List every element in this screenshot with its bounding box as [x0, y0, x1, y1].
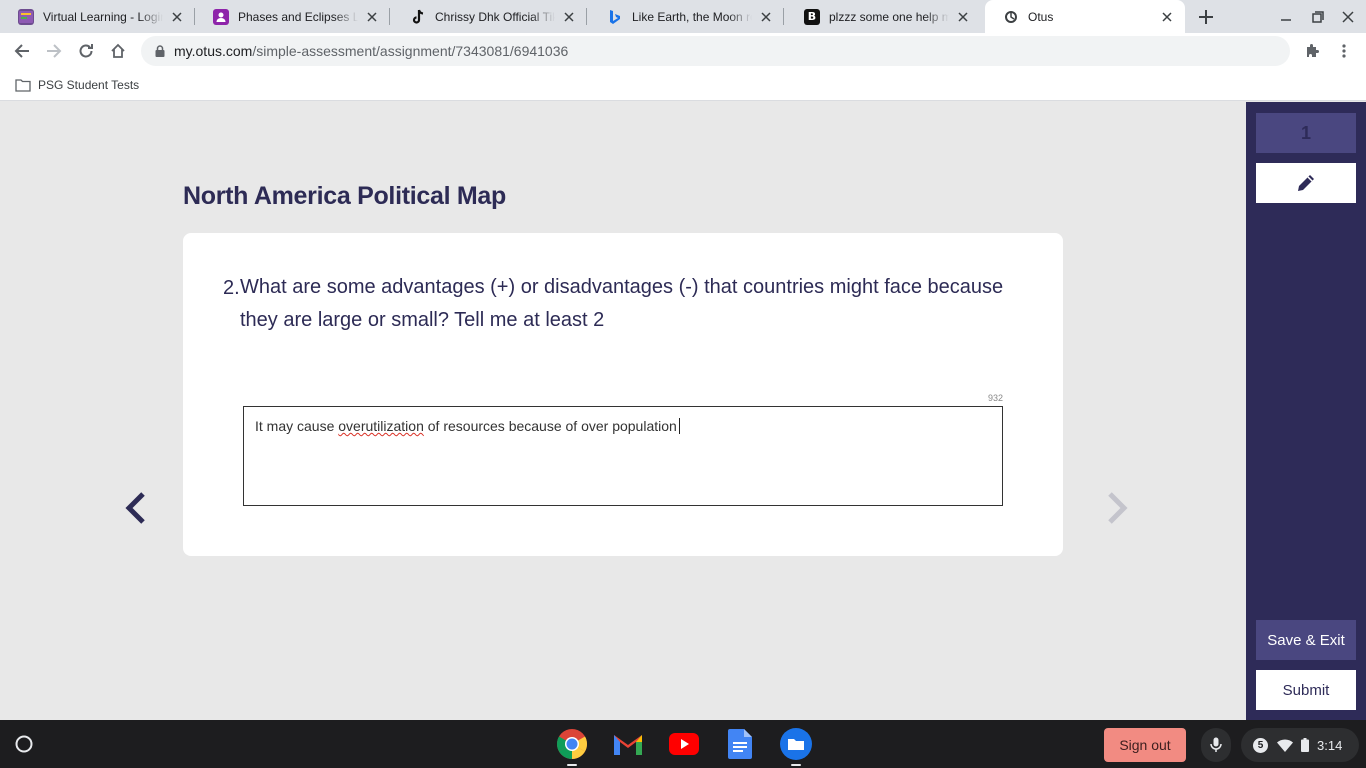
tab-title: Like Earth, the Moon rotates — [632, 9, 752, 24]
wifi-icon — [1277, 738, 1293, 752]
lock-icon[interactable] — [153, 44, 167, 58]
url-host: my.otus.com — [174, 43, 253, 59]
microphone-icon[interactable] — [1201, 728, 1231, 762]
answer-textarea[interactable]: It may cause overutilization of resource… — [243, 406, 1003, 506]
chrome-icon[interactable] — [556, 728, 588, 766]
gmail-icon[interactable] — [612, 728, 644, 760]
files-icon[interactable] — [780, 728, 812, 766]
tab-title: Otus — [1028, 9, 1054, 24]
minimize-icon[interactable] — [1277, 8, 1295, 26]
google-docs-icon[interactable] — [724, 728, 756, 760]
restore-icon[interactable] — [1309, 8, 1327, 26]
new-tab-icon[interactable] — [1196, 7, 1216, 27]
more-menu-icon[interactable] — [1332, 39, 1356, 63]
tab-title: Chrissy Dhk Official Tik Tok — [435, 9, 555, 24]
running-indicator — [791, 764, 801, 766]
status-tray[interactable]: 5 3:14 — [1241, 728, 1359, 762]
bookmarks-bar: PSG Student Tests — [0, 69, 1366, 101]
running-indicator — [567, 764, 577, 766]
folder-icon — [15, 79, 31, 92]
youtube-icon[interactable] — [668, 728, 700, 760]
tab-separator — [586, 8, 587, 25]
close-icon[interactable] — [561, 9, 577, 25]
otus-icon — [1003, 9, 1019, 25]
close-icon[interactable] — [169, 9, 185, 25]
tab-bing[interactable]: Like Earth, the Moon rotates — [589, 0, 784, 33]
address-bar[interactable]: my.otus.com/simple-assessment/assignment… — [141, 36, 1290, 66]
tab-title: Phases and Eclipses Lesson — [238, 9, 358, 24]
pencil-icon — [1298, 175, 1314, 191]
classroom-icon — [213, 8, 229, 25]
next-question-arrow-icon[interactable] — [1103, 490, 1131, 526]
submit-button[interactable]: Submit — [1256, 670, 1356, 710]
close-icon[interactable] — [955, 9, 971, 25]
bookmark-label: PSG Student Tests — [38, 78, 140, 92]
page-title: North America Political Map — [183, 182, 506, 210]
question-indicator[interactable]: 1 — [1256, 113, 1356, 153]
tab-phases-eclipses[interactable]: Phases and Eclipses Lesson — [195, 0, 390, 33]
text-caret — [678, 418, 680, 434]
home-icon[interactable] — [106, 39, 130, 63]
launcher-icon[interactable] — [11, 731, 37, 757]
save-and-exit-button[interactable]: Save & Exit — [1256, 620, 1356, 660]
tab-otus[interactable]: Otus — [985, 0, 1185, 33]
forward-icon[interactable] — [42, 39, 66, 63]
close-icon[interactable] — [1159, 9, 1175, 25]
assessment-page: North America Political Map 2. What are … — [0, 102, 1246, 720]
back-icon[interactable] — [10, 39, 34, 63]
tab-separator — [783, 8, 784, 25]
bing-icon — [607, 9, 623, 25]
bookmark-psg-student-tests[interactable]: PSG Student Tests — [15, 76, 139, 94]
brainly-icon: B — [804, 8, 820, 25]
answer-text: of resources because of over population — [423, 418, 677, 434]
answer-text: It may cause — [255, 418, 339, 434]
url-path: /simple-assessment/assignment/7343081/69… — [252, 43, 569, 59]
battery-icon — [1301, 738, 1309, 752]
close-window-icon[interactable] — [1339, 8, 1357, 26]
browser-toolbar: my.otus.com/simple-assessment/assignment… — [0, 33, 1366, 69]
tab-title: Virtual Learning - Login — [43, 9, 163, 24]
question-text: What are some advantages (+) or disadvan… — [240, 276, 1004, 331]
sign-out-button[interactable]: Sign out — [1104, 728, 1186, 762]
tab-tiktok[interactable]: Chrissy Dhk Official Tik Tok — [392, 0, 587, 33]
assessment-sidebar: 1 Save & Exit Submit — [1246, 102, 1366, 720]
close-icon[interactable] — [364, 9, 380, 25]
tab-title: plzzz some one help me — [829, 9, 949, 24]
edit-button[interactable] — [1256, 163, 1356, 203]
tab-virtual-learning[interactable]: Virtual Learning - Login — [0, 0, 195, 33]
tab-brainly[interactable]: B plzzz some one help me — [786, 0, 981, 33]
question-card: 2. What are some advantages (+) or disad… — [183, 233, 1063, 556]
character-count: 932 — [987, 393, 1003, 403]
notification-count: 5 — [1253, 737, 1268, 753]
os-shelf: Sign out 5 3:14 — [0, 720, 1366, 768]
clock-time: 3:14 — [1317, 737, 1343, 753]
classroom-icon — [18, 8, 34, 25]
close-icon[interactable] — [758, 9, 774, 25]
question-number: 2. — [223, 277, 240, 299]
misspelled-word[interactable]: overutilization — [338, 418, 424, 434]
extensions-icon[interactable] — [1300, 39, 1324, 63]
tab-strip: Virtual Learning - Login Phases and Ecli… — [0, 0, 1366, 33]
tab-separator — [389, 8, 390, 25]
previous-question-arrow-icon[interactable] — [122, 490, 150, 526]
tiktok-icon — [410, 9, 426, 25]
reload-icon[interactable] — [74, 39, 98, 63]
